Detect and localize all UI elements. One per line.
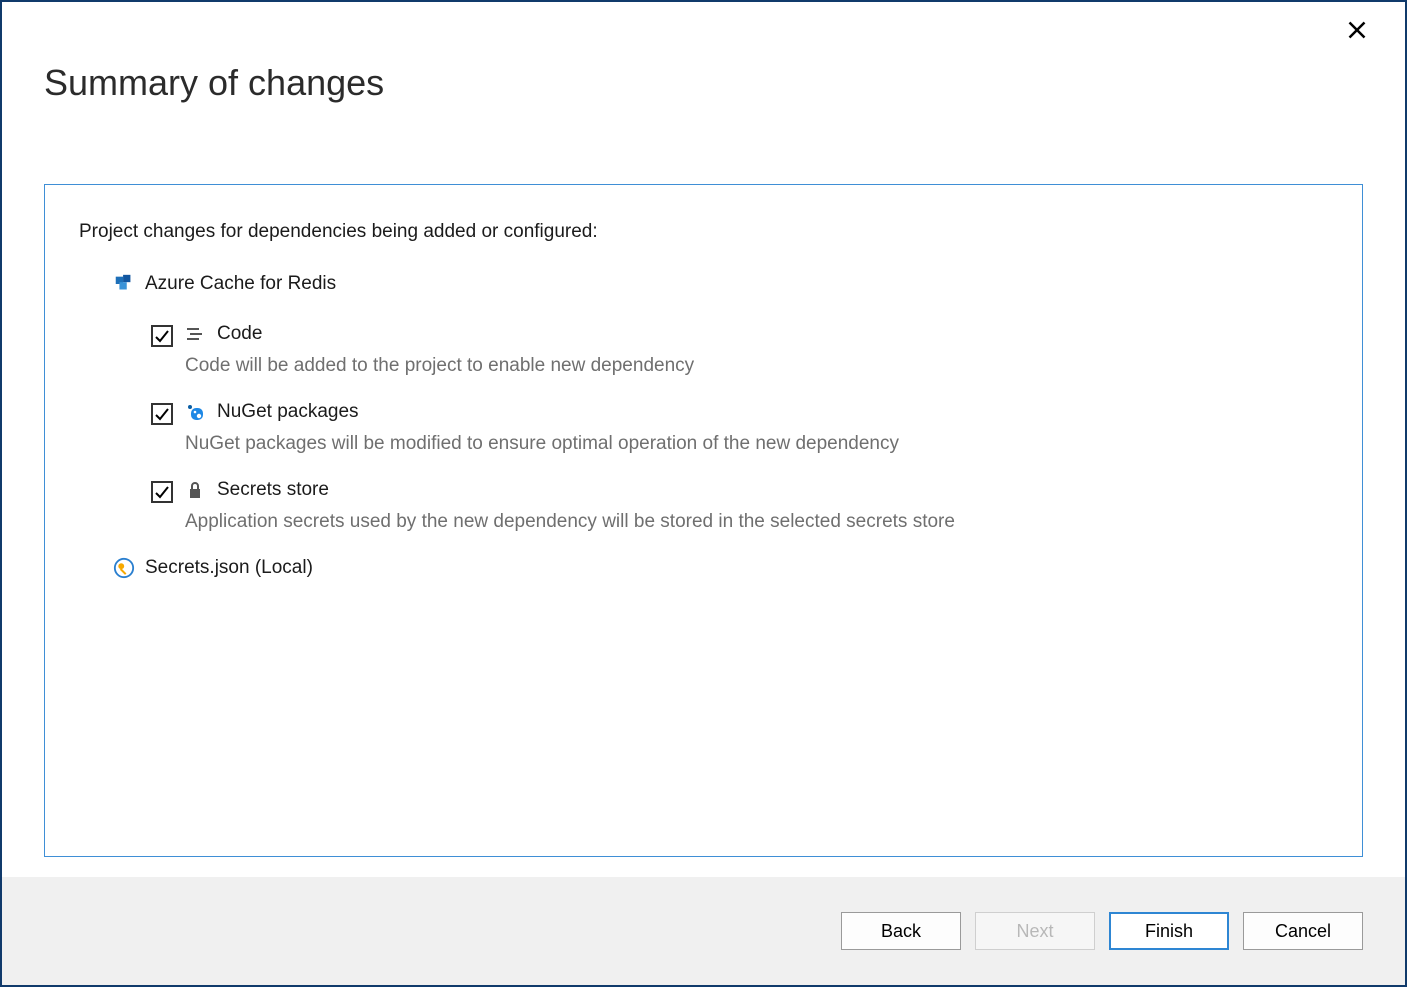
finish-button[interactable]: Finish: [1109, 912, 1229, 950]
close-icon: [1347, 20, 1367, 40]
secrets-store-label: Secrets.json (Local): [145, 557, 313, 579]
changes-panel: Project changes for dependencies being a…: [44, 184, 1363, 857]
intro-text: Project changes for dependencies being a…: [79, 221, 1328, 243]
lock-icon: [185, 480, 205, 500]
change-item-label: NuGet packages: [217, 401, 359, 423]
azure-redis-icon: [113, 273, 135, 295]
dialog-window: Summary of changes Project changes for d…: [0, 0, 1407, 987]
change-item-code: Code Code will be added to the project t…: [151, 323, 1328, 377]
checkbox-secrets[interactable]: [151, 481, 173, 503]
dependency-name: Azure Cache for Redis: [145, 273, 336, 295]
cancel-button[interactable]: Cancel: [1243, 912, 1363, 950]
nuget-icon: [185, 402, 205, 422]
change-item-description: NuGet packages will be modified to ensur…: [185, 433, 899, 455]
change-item-nuget: NuGet packages NuGet packages will be mo…: [151, 401, 1328, 455]
key-icon: [113, 557, 135, 579]
next-button: Next: [975, 912, 1095, 950]
page-title: Summary of changes: [44, 62, 1363, 104]
close-button[interactable]: [1347, 20, 1377, 50]
change-item-description: Code will be added to the project to ena…: [185, 355, 694, 377]
change-item-description: Application secrets used by the new depe…: [185, 511, 955, 533]
change-item-label: Secrets store: [217, 479, 329, 501]
content-area: Summary of changes Project changes for d…: [2, 2, 1405, 877]
dependency-row: Azure Cache for Redis: [113, 273, 1328, 295]
back-button[interactable]: Back: [841, 912, 961, 950]
button-bar: Back Next Finish Cancel: [2, 877, 1405, 985]
checkbox-nuget[interactable]: [151, 403, 173, 425]
checkbox-code[interactable]: [151, 325, 173, 347]
change-item-label: Code: [217, 323, 262, 345]
code-icon: [185, 324, 205, 344]
change-item-secrets: Secrets store Application secrets used b…: [151, 479, 1328, 533]
secrets-store-row: Secrets.json (Local): [113, 557, 1328, 579]
